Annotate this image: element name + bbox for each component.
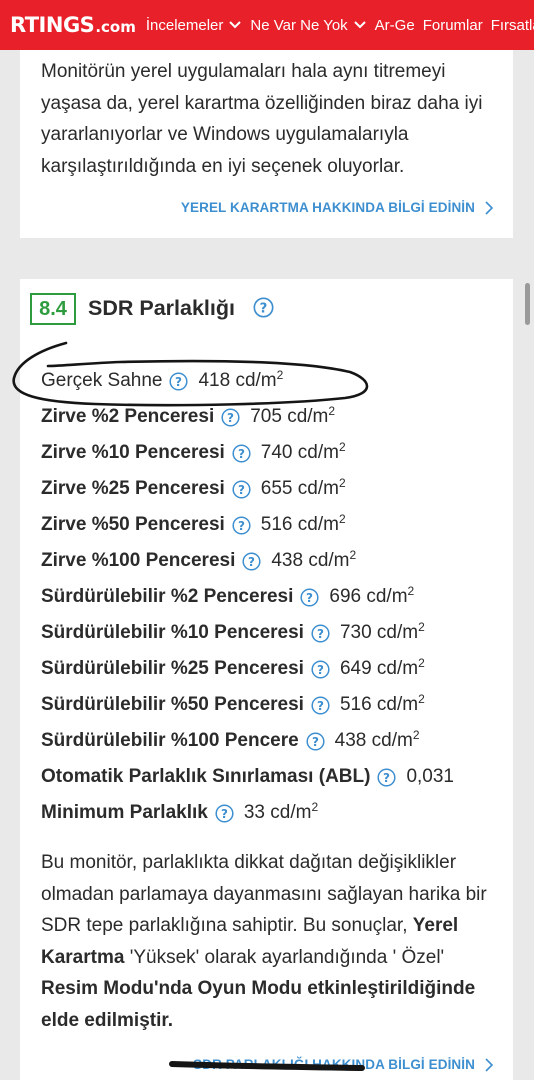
result-value: 649 cd/m2 (339, 656, 425, 679)
learn-more-label: YEREL KARARTMA HAKKINDA BİLGİ EDİNİN (180, 200, 475, 215)
top-nav-bar: RTINGS .com İncelemeler Ne Var Ne Yok Ar-… (0, 0, 534, 50)
result-row-sustained-50: Sürdürülebilir %50 Penceresi ? 516 cd/m2 (41, 687, 454, 723)
result-label: Sürdürülebilir %10 Penceresi (41, 622, 304, 643)
local-dimming-card: Monitörün yerel uygulamaları hala aynı t… (20, 50, 513, 238)
result-row-sustained-10: Sürdürülebilir %10 Penceresi ? 730 cd/m2 (41, 615, 454, 651)
svg-text:?: ? (248, 554, 255, 568)
help-icon[interactable]: ? (232, 479, 251, 499)
result-label: Otomatik Parlaklık Sınırlaması (ABL) (41, 766, 371, 787)
result-value: 438 cd/m2 (334, 728, 420, 751)
result-value: 696 cd/m2 (329, 584, 415, 607)
result-label: Zirve %100 Penceresi (41, 550, 236, 571)
nav-item-deals[interactable]: Fırsatlar (491, 17, 534, 34)
svg-text:?: ? (238, 482, 245, 496)
svg-text:?: ? (227, 410, 234, 424)
result-value: 705 cd/m2 (250, 404, 336, 427)
nav-item-label: Ne Var Ne Yok (250, 16, 348, 34)
help-icon[interactable]: ? (300, 587, 319, 607)
sdr-brightness-card: 8.4 SDR Parlaklığı ? Gerçek Sahne ? 418 … (20, 279, 513, 1080)
nav-item-whats-new[interactable]: Ne Var Ne Yok (250, 17, 366, 34)
nav-item-label: Fırsatlar (490, 16, 534, 34)
result-label: Sürdürülebilir %2 Penceresi (41, 586, 294, 607)
help-icon[interactable]: ? (232, 443, 251, 463)
help-icon[interactable]: ? (215, 803, 234, 823)
result-value: 740 cd/m2 (260, 440, 346, 463)
result-row-real-scene: Gerçek Sahne ? 418 cd/m2 (41, 363, 454, 399)
help-icon[interactable]: ? (169, 371, 189, 391)
help-icon[interactable]: ? (306, 731, 325, 751)
help-icon[interactable]: ? (221, 407, 240, 427)
help-icon[interactable]: ? (311, 659, 330, 679)
result-value: 33 cd/m2 (243, 800, 319, 823)
section-title: SDR Parlaklığı (88, 296, 235, 320)
result-label: Zirve %10 Penceresi (41, 442, 225, 463)
result-value: 655 cd/m2 (260, 476, 346, 499)
result-label: Sürdürülebilir %50 Penceresi (41, 694, 304, 715)
scrollbar-thumb[interactable] (525, 283, 530, 325)
result-row-sustained-2: Sürdürülebilir %2 Penceresi ? 696 cd/m2 (41, 579, 454, 615)
result-label: Gerçek Sahne (41, 370, 163, 391)
local-dimming-learn-more-link[interactable]: YEREL KARARTMA HAKKINDA BİLGİ EDİNİN (181, 200, 494, 215)
rtings-logo[interactable]: RTINGS .com (10, 13, 136, 37)
result-row-sustained-25: Sürdürülebilir %25 Penceresi ? 649 cd/m2 (41, 651, 454, 687)
svg-text:?: ? (238, 446, 245, 460)
result-label: Sürdürülebilir %100 Pencere (41, 730, 299, 751)
chevron-down-icon (353, 21, 366, 29)
local-dimming-text: Monitörün yerel uygulamaları hala aynı t… (41, 61, 483, 177)
nav-item-forums[interactable]: Forumlar (423, 17, 483, 34)
chevron-right-icon (485, 1057, 494, 1072)
learn-more-label: SDR PARLAKLIĞI HAKKINDA BİLGİ EDİNİN (193, 1057, 475, 1072)
help-icon[interactable]: ? (377, 767, 397, 787)
chevron-down-icon (229, 21, 242, 29)
result-row-peak-10: Zirve %10 Penceresi ? 740 cd/m2 (41, 435, 454, 471)
result-row-peak-2: Zirve %2 Penceresi ? 705 cd/m2 (41, 399, 454, 435)
result-value: 438 cd/m2 (271, 548, 357, 571)
main-nav: İncelemeler Ne Var Ne Yok Ar-Ge Forumlar… (146, 17, 534, 34)
svg-text:?: ? (317, 698, 324, 712)
result-row-minimum-brightness: Minimum Parlaklık ? 33 cd/m2 (41, 795, 454, 831)
test-results-list: Gerçek Sahne ? 418 cd/m2 Zirve %2 Pencer… (41, 363, 454, 831)
help-icon[interactable]: ? (311, 695, 330, 715)
result-label: Zirve %50 Penceresi (41, 514, 225, 535)
result-row-sustained-100: Sürdürülebilir %100 Pencere ? 438 cd/m2 (41, 723, 454, 759)
result-value: 516 cd/m2 (339, 692, 425, 715)
svg-text:?: ? (317, 626, 324, 640)
result-row-peak-50: Zirve %50 Penceresi ? 516 cd/m2 (41, 507, 454, 543)
result-label: Zirve %25 Penceresi (41, 478, 225, 499)
svg-text:?: ? (306, 590, 313, 604)
chevron-right-icon (485, 200, 494, 215)
svg-text:?: ? (317, 662, 324, 676)
nav-item-reviews[interactable]: İncelemeler (146, 17, 243, 34)
nav-item-label: İncelemeler (145, 16, 224, 34)
nav-item-research[interactable]: Ar-Ge (375, 17, 415, 34)
help-icon[interactable]: ? (242, 551, 261, 571)
svg-text:?: ? (221, 806, 228, 820)
result-label: Sürdürülebilir %25 Penceresi (41, 658, 304, 679)
logo-tld: .com (95, 18, 136, 36)
result-row-peak-100: Zirve %100 Penceresi ? 438 cd/m2 (41, 543, 454, 579)
svg-text:?: ? (383, 770, 390, 784)
link-picture-mode[interactable]: Resim Modu'nda Oyun Modu etkinleştirildi… (41, 978, 475, 1031)
result-value: 418 cd/m2 (198, 368, 284, 391)
result-row-abl: Otomatik Parlaklık Sınırlaması (ABL) ? 0… (41, 759, 454, 795)
nav-item-label: Forumlar (422, 16, 483, 34)
result-label: Zirve %2 Penceresi (41, 406, 215, 427)
nav-item-label: Ar-Ge (374, 16, 415, 34)
result-value: 516 cd/m2 (260, 512, 346, 535)
svg-text:?: ? (238, 518, 245, 532)
help-icon[interactable]: ? (311, 623, 330, 643)
score-badge: 8.4 (30, 293, 76, 325)
svg-text:?: ? (312, 734, 319, 748)
result-row-peak-25: Zirve %25 Penceresi ? 655 cd/m2 (41, 471, 454, 507)
result-label: Minimum Parlaklık (41, 802, 208, 823)
logo-brand: RTINGS (10, 13, 95, 37)
svg-text:?: ? (260, 301, 268, 316)
sdr-summary-text: Bu monitör, parlaklıkta dikkat dağıtan d… (41, 852, 487, 1031)
sdr-brightness-learn-more-link[interactable]: SDR PARLAKLIĞI HAKKINDA BİLGİ EDİNİN (193, 1057, 494, 1072)
svg-text:?: ? (175, 374, 182, 388)
help-icon[interactable]: ? (253, 297, 274, 318)
result-value: 0,031 (406, 766, 454, 787)
help-icon[interactable]: ? (232, 515, 251, 535)
result-value: 730 cd/m2 (339, 620, 425, 643)
